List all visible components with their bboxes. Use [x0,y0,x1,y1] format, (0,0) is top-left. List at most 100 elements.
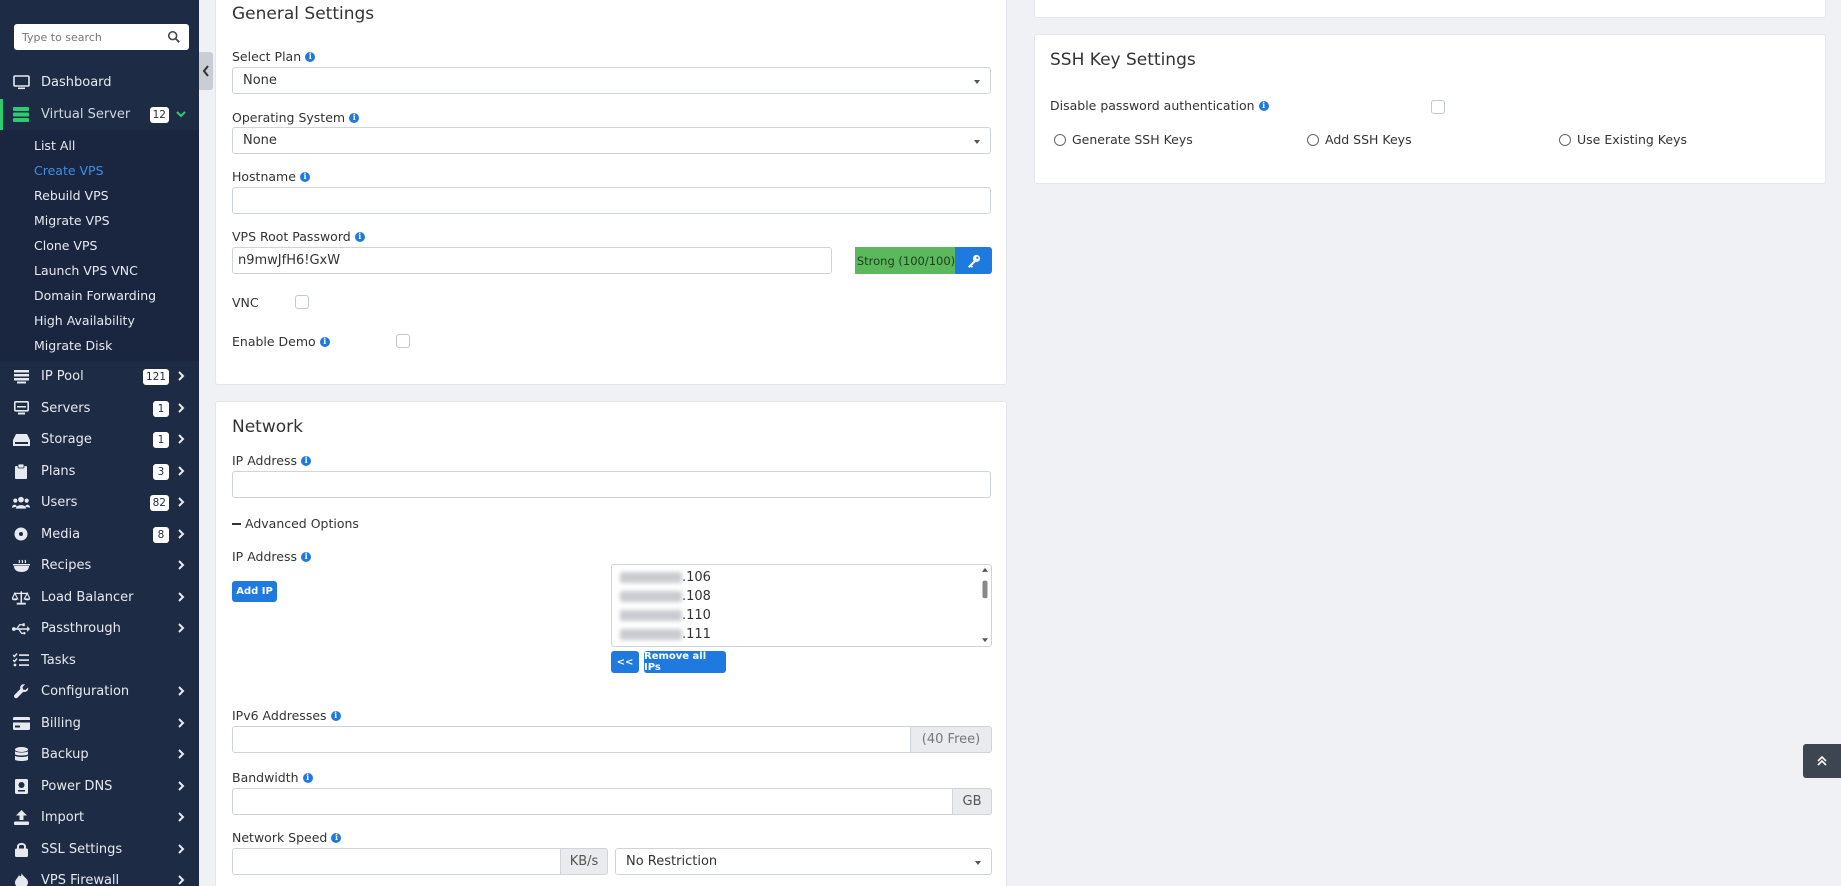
info-icon[interactable] [305,51,316,62]
search-icon[interactable] [167,30,181,44]
sidebar-item-label: IP Pool [41,369,84,385]
sidebar-item-users[interactable]: Users 82 [0,487,199,519]
root-password-input[interactable]: n9mwJfH6!GxW [232,247,832,274]
sidebar-item-dashboard[interactable]: Dashboard [0,67,199,99]
submenu-rebuild-vps[interactable]: Rebuild VPS [0,183,199,208]
chevron-right-icon [178,528,185,539]
radio-button[interactable] [1559,133,1571,146]
sidebar-item-vps-firewall[interactable]: VPS Firewall [0,865,199,886]
network-speed-input[interactable] [232,848,562,875]
count-badge: 1 [153,400,169,417]
radio-add-ssh-keys[interactable]: Add SSH Keys [1307,132,1412,147]
list-item[interactable]: .110 [612,606,991,625]
clipboard-icon [12,462,30,480]
sidebar-item-plans[interactable]: Plans 3 [0,456,199,488]
bandwidth-label: Bandwidth [232,770,313,785]
sidebar-item-label: Import [41,810,85,826]
database-icon [12,746,30,764]
sidebar-item-label: Recipes [41,558,92,574]
sidebar-item-tasks[interactable]: Tasks [0,645,199,677]
submenu-domain-forwarding[interactable]: Domain Forwarding [0,283,199,308]
remove-all-ips-button[interactable]: Remove all IPs [644,651,726,673]
bandwidth-input[interactable] [232,788,954,815]
sidebar-item-power-dns[interactable]: Power DNS [0,771,199,803]
radio-use-existing-keys[interactable]: Use Existing Keys [1559,132,1687,147]
sidebar-item-label: Media [41,526,81,542]
radio-button[interactable] [1054,133,1066,146]
search-input[interactable] [14,24,189,50]
dns-server-icon [12,777,30,795]
sidebar-item-label: Billing [41,715,81,731]
ipv6-free-count: (40 Free) [910,726,992,753]
sidebar-collapse-toggle[interactable] [199,52,213,90]
sidebar-item-import[interactable]: Import [0,802,199,834]
info-icon[interactable] [300,455,311,466]
info-icon[interactable] [302,772,313,783]
submenu-migrate-disk[interactable]: Migrate Disk [0,333,199,358]
sidebar-item-ssl-settings[interactable]: SSL Settings [0,834,199,866]
info-icon[interactable] [319,336,330,347]
sidebar-item-label: VPS Firewall [41,873,120,886]
sidebar-item-label: Passthrough [41,621,121,637]
submenu-high-availability[interactable]: High Availability [0,308,199,333]
submenu-clone-vps[interactable]: Clone VPS [0,233,199,258]
advanced-options-toggle[interactable]: Advanced Options [232,516,359,531]
count-badge: 3 [153,463,169,480]
hostname-input[interactable] [232,187,991,214]
ip-list-box[interactable]: .106 .108 .110 .111 [611,564,992,647]
network-speed-unit: KB/s [560,848,608,875]
disable-password-auth-checkbox[interactable] [1431,100,1445,114]
list-item[interactable]: .106 [612,568,991,587]
info-icon[interactable] [349,112,360,123]
submenu-migrate-vps[interactable]: Migrate VPS [0,208,199,233]
minus-icon [232,522,241,525]
sidebar-item-storage[interactable]: Storage 1 [0,424,199,456]
ip-address-input[interactable] [232,471,991,498]
sidebar-item-billing[interactable]: Billing [0,708,199,740]
info-icon[interactable] [1258,100,1269,111]
sidebar: Dashboard Virtual Server 12 List All Cre… [0,0,199,886]
ipv6-input[interactable] [232,726,912,753]
submenu-launch-vnc[interactable]: Launch VPS VNC [0,258,199,283]
move-left-button[interactable]: << [611,651,639,673]
sidebar-item-load-balancer[interactable]: Load Balancer [0,582,199,614]
info-icon[interactable] [354,231,365,242]
chevron-right-icon [178,371,185,381]
network-speed-restriction-dropdown[interactable]: No Restriction [615,848,992,875]
sidebar-item-media[interactable]: Media 8 [0,519,199,551]
sidebar-item-servers[interactable]: Servers 1 [0,393,199,425]
count-badge: 12 [149,106,169,123]
info-icon[interactable] [299,171,310,182]
count-badge: 121 [142,369,169,385]
key-icon [967,254,980,268]
list-item[interactable]: .111 [612,625,991,644]
vnc-checkbox[interactable] [295,295,309,309]
submenu-list-all[interactable]: List All [0,133,199,158]
add-ip-button[interactable]: Add IP [232,581,277,602]
chevron-right-icon [178,591,185,602]
sidebar-item-backup[interactable]: Backup [0,739,199,771]
sidebar-item-passthrough[interactable]: Passthrough [0,613,199,645]
enable-demo-checkbox[interactable] [396,334,410,348]
bandwidth-unit: GB [952,788,992,815]
sidebar-item-recipes[interactable]: Recipes [0,550,199,582]
sidebar-item-virtual-server[interactable]: Virtual Server 12 [0,98,199,130]
ip-list-rows: .106 .108 .110 .111 [612,565,991,644]
chevron-right-icon [178,843,185,854]
scroll-to-top-button[interactable] [1803,744,1841,778]
select-plan-dropdown[interactable]: None [232,67,991,94]
info-icon[interactable] [330,710,341,721]
os-dropdown[interactable]: None [232,127,991,154]
radio-generate-ssh-keys[interactable]: Generate SSH Keys [1054,132,1193,147]
list-item[interactable]: .108 [612,587,991,606]
count-badge: 82 [149,495,169,511]
chevron-right-icon [178,623,185,633]
radio-button[interactable] [1307,133,1319,146]
info-icon[interactable] [300,551,311,562]
scrollbar[interactable] [979,565,991,646]
generate-password-button[interactable] [955,247,992,274]
sidebar-item-configuration[interactable]: Configuration [0,676,199,708]
sidebar-item-ip-pool[interactable]: IP Pool 121 [0,361,199,393]
submenu-create-vps[interactable]: Create VPS [0,158,199,183]
info-icon[interactable] [331,832,342,843]
